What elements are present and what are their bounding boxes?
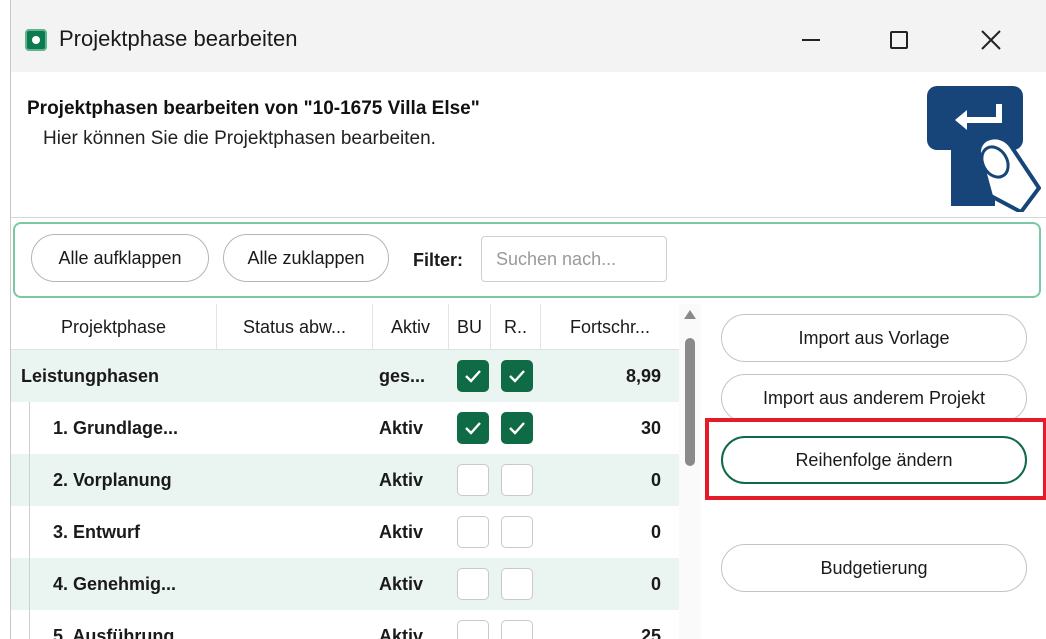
r-checkbox[interactable] <box>501 568 533 600</box>
table-row[interactable]: Leistungphasen ges... 8,99 <box>11 350 679 402</box>
budget-button[interactable]: Budgetierung <box>721 544 1027 592</box>
phase-name: 5. Ausführung <box>53 625 175 639</box>
r-checkbox[interactable] <box>501 464 533 496</box>
phase-progress: 0 <box>650 469 661 490</box>
r-checkbox[interactable] <box>501 412 533 444</box>
close-icon <box>981 30 1001 50</box>
phase-status: Aktiv <box>379 469 424 490</box>
bu-checkbox[interactable] <box>457 464 489 496</box>
phase-name: 3. Entwurf <box>53 521 141 542</box>
tree-line <box>29 402 30 454</box>
phase-progress: 30 <box>640 417 661 438</box>
bu-checkbox[interactable] <box>457 516 489 548</box>
r-checkbox[interactable] <box>501 620 533 639</box>
table-row[interactable]: 4. Genehmig... Aktiv 0 <box>11 558 679 610</box>
table-row[interactable]: 3. Entwurf Aktiv 0 <box>11 506 679 558</box>
phase-status: ges... <box>379 365 426 386</box>
enter-key-touch-icon <box>927 86 1041 212</box>
maximize-button[interactable] <box>869 20 929 60</box>
phase-name: Leistungphasen <box>21 365 160 386</box>
import-project-button[interactable]: Import aus anderem Projekt <box>721 374 1027 422</box>
phase-progress: 0 <box>650 521 661 542</box>
phase-status: Aktiv <box>379 521 424 542</box>
column-header-bu[interactable]: BU <box>449 304 491 350</box>
table-row[interactable]: 1. Grundlage... Aktiv 30 <box>11 402 679 454</box>
scroll-thumb[interactable] <box>685 338 695 466</box>
maximize-icon <box>890 31 908 49</box>
phase-progress: 25 <box>640 625 661 639</box>
search-input[interactable] <box>481 236 667 282</box>
minimize-icon <box>802 39 820 41</box>
phase-status: Aktiv <box>379 417 424 438</box>
dialog-header: Projektphasen bearbeiten von "10-1675 Vi… <box>11 72 1046 218</box>
column-header-active[interactable]: Aktiv <box>373 304 449 350</box>
import-template-button[interactable]: Import aus Vorlage <box>721 314 1027 362</box>
minimize-button[interactable] <box>781 20 841 60</box>
bu-checkbox[interactable] <box>457 568 489 600</box>
tree-line <box>29 558 30 610</box>
table-row[interactable]: 5. Ausführung Aktiv 25 <box>11 610 679 639</box>
dialog-window: Projektphase bearbeiten Projektphasen be… <box>10 0 1046 639</box>
tree-line <box>29 506 30 558</box>
column-header-status[interactable]: Status abw... <box>217 304 373 350</box>
phase-status: Aktiv <box>379 625 424 639</box>
phase-status: Aktiv <box>379 573 424 594</box>
collapse-all-button[interactable]: Alle zuklappen <box>223 234 389 282</box>
table-row[interactable]: 2. Vorplanung Aktiv 0 <box>11 454 679 506</box>
expand-all-button[interactable]: Alle aufklappen <box>31 234 209 282</box>
table-scrollbar[interactable] <box>679 304 701 639</box>
tree-line <box>29 454 30 506</box>
header-title: Projektphasen bearbeiten von "10-1675 Vi… <box>27 98 480 119</box>
app-icon <box>25 29 47 51</box>
table-header: Projektphase Status abw... Aktiv BU R.. … <box>11 304 679 350</box>
bu-checkbox[interactable] <box>457 620 489 639</box>
bu-checkbox[interactable] <box>457 360 489 392</box>
scroll-up-icon[interactable] <box>684 310 696 319</box>
phase-name: 2. Vorplanung <box>53 469 172 490</box>
filter-label: Filter: <box>413 250 464 270</box>
window-title: Projektphase bearbeiten <box>59 26 298 51</box>
column-header-phase[interactable]: Projektphase <box>11 304 217 350</box>
tree-line <box>29 610 30 639</box>
header-subtitle: Hier können Sie die Projektphasen bearbe… <box>43 128 436 149</box>
phase-table: Projektphase Status abw... Aktiv BU R.. … <box>11 304 701 639</box>
filter-bar: Alle aufklappen Alle zuklappen Filter: <box>13 222 1041 298</box>
phase-progress: 8,99 <box>625 365 661 386</box>
highlight-box <box>705 418 1046 500</box>
phase-progress: 0 <box>650 573 661 594</box>
phase-name: 4. Genehmig... <box>53 573 177 594</box>
phase-name: 1. Grundlage... <box>53 417 179 438</box>
column-header-r[interactable]: R.. <box>491 304 541 350</box>
close-button[interactable] <box>961 20 1021 60</box>
title-bar[interactable]: Projektphase bearbeiten <box>11 0 1046 72</box>
r-checkbox[interactable] <box>501 360 533 392</box>
r-checkbox[interactable] <box>501 516 533 548</box>
column-header-progress[interactable]: Fortschr... <box>541 304 679 350</box>
bu-checkbox[interactable] <box>457 412 489 444</box>
